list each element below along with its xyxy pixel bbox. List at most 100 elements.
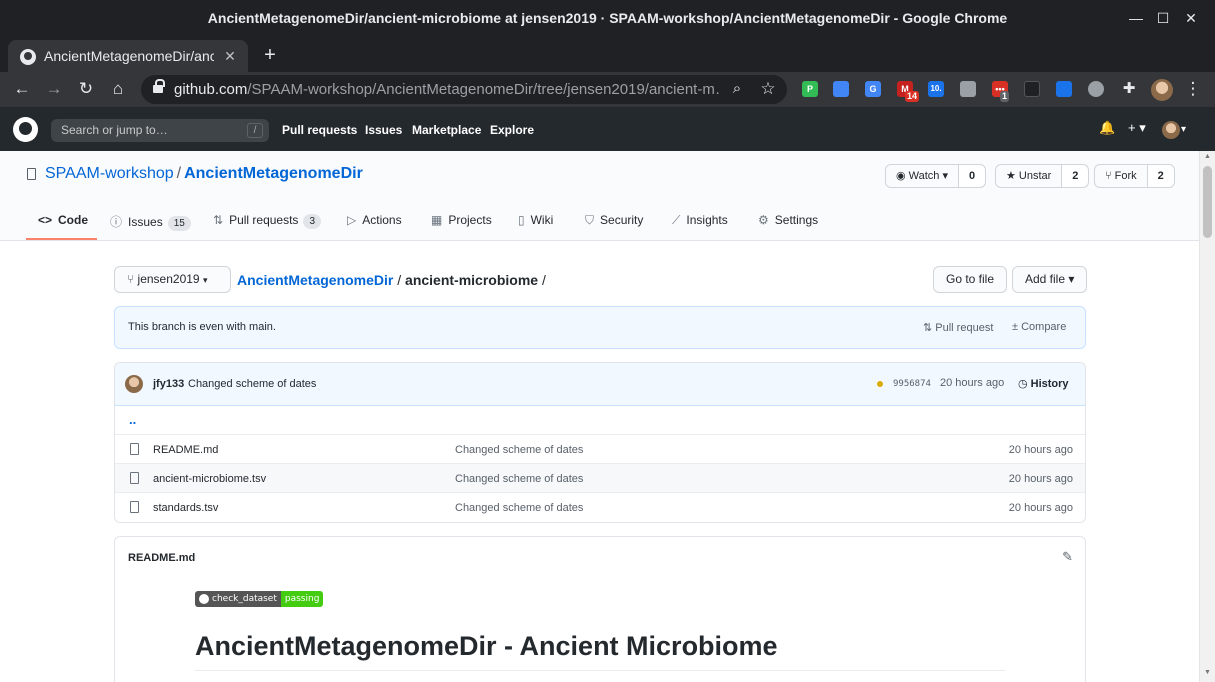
- add-file-button[interactable]: Add file ▾: [1012, 266, 1088, 293]
- github-logo-icon[interactable]: [13, 117, 38, 142]
- scrollbar-thumb[interactable]: [1203, 166, 1212, 238]
- browser-toolbar: ← → ↻ ⌂ github.com/SPAAM-workshop/Ancien…: [0, 72, 1215, 107]
- table-row: standards.tsv Changed scheme of dates 20…: [115, 493, 1085, 522]
- back-button[interactable]: ←: [10, 77, 34, 101]
- repo-name-link[interactable]: AncientMetagenomeDir: [184, 165, 363, 182]
- compare-link[interactable]: ± Compare: [1012, 321, 1066, 333]
- reload-button[interactable]: ↻: [74, 77, 98, 101]
- user-avatar[interactable]: [1162, 121, 1180, 139]
- file-icon: [130, 501, 139, 513]
- readme-heading: AncientMetagenomeDir - Ancient Microbiom…: [195, 631, 778, 661]
- extension-todo-icon[interactable]: ••• 1: [992, 81, 1010, 102]
- tab-code[interactable]: <> Code: [38, 213, 88, 227]
- github-header: Search or jump to… / Pull requests Issue…: [0, 107, 1215, 151]
- watch-button[interactable]: ◉ Watch ▾: [886, 165, 959, 187]
- file-name-link[interactable]: ancient-microbiome.tsv: [153, 473, 266, 485]
- new-tab-button[interactable]: +: [258, 44, 282, 68]
- user-menu-caret-icon[interactable]: ▾: [1181, 124, 1186, 135]
- status-dot-icon[interactable]: [877, 381, 883, 387]
- home-button[interactable]: ⌂: [106, 77, 130, 101]
- unstar-button[interactable]: ★ Unstar: [996, 165, 1063, 187]
- file-name-link[interactable]: standards.tsv: [153, 502, 218, 514]
- extension-mail-icon[interactable]: M 14: [897, 81, 920, 102]
- extension-translate-icon[interactable]: G: [865, 81, 881, 97]
- file-icon: [130, 443, 139, 455]
- extension-doi-icon[interactable]: 10.: [928, 81, 944, 97]
- commit-message[interactable]: Changed scheme of dates: [188, 378, 316, 390]
- file-commit-message[interactable]: Changed scheme of dates: [455, 444, 583, 456]
- tab-security[interactable]: ⛉ Security: [585, 213, 643, 228]
- parent-directory-row[interactable]: ..: [115, 406, 1085, 435]
- scroll-up-icon[interactable]: ▲: [1203, 153, 1212, 160]
- workflow-status-badge[interactable]: check_dataset passing: [195, 591, 324, 607]
- file-age: 20 hours ago: [1008, 473, 1073, 485]
- star-icon: ★: [1006, 170, 1019, 182]
- profile-avatar[interactable]: [1151, 79, 1173, 101]
- pull-request-icon: ⇅: [213, 213, 224, 227]
- fork-count[interactable]: 2: [1147, 165, 1174, 187]
- repo-title: SPAAM-workshop / AncientMetagenomeDir: [45, 165, 363, 182]
- tab-close-icon[interactable]: ✕: [220, 46, 240, 66]
- extension-circle-icon[interactable]: [1088, 81, 1104, 97]
- repo-header: SPAAM-workshop / AncientMetagenomeDir ◉ Wa…: [0, 151, 1199, 241]
- commit-sha[interactable]: 9956874: [893, 379, 931, 389]
- extension-zoom-icon[interactable]: [1056, 81, 1072, 97]
- search-shortcut-key: /: [247, 123, 263, 138]
- tab-projects[interactable]: ▦ Projects: [431, 213, 492, 227]
- address-bar[interactable]: github.com/SPAAM-workshop/AncientMetagen…: [141, 75, 787, 104]
- watch-button-group: ◉ Watch ▾ 0: [885, 164, 986, 188]
- watch-count[interactable]: 0: [959, 165, 985, 187]
- forward-button[interactable]: →: [42, 77, 66, 101]
- zoom-icon[interactable]: ⌕: [727, 79, 747, 99]
- nav-pull-requests[interactable]: Pull requests: [282, 123, 357, 137]
- tab-wiki[interactable]: ▯ Wiki: [518, 213, 553, 227]
- scroll-down-icon[interactable]: ▼: [1203, 669, 1212, 676]
- extension-pen-icon[interactable]: [1024, 81, 1040, 97]
- notifications-bell-icon[interactable]: 🔔: [1099, 120, 1115, 136]
- go-to-file-button[interactable]: Go to file: [933, 266, 1008, 293]
- extension-notes-icon[interactable]: [960, 81, 976, 97]
- active-tab-underline: [26, 238, 97, 240]
- table-row: ancient-microbiome.tsv Changed scheme of…: [115, 464, 1085, 493]
- file-commit-message[interactable]: Changed scheme of dates: [455, 502, 583, 514]
- repo-owner-link[interactable]: SPAAM-workshop: [45, 165, 174, 182]
- nav-marketplace[interactable]: Marketplace: [412, 123, 481, 137]
- search-input[interactable]: Search or jump to… /: [51, 119, 269, 142]
- close-window-button[interactable]: ✕: [1179, 6, 1203, 30]
- history-link[interactable]: ◷ History: [1018, 377, 1069, 390]
- fork-button[interactable]: ⑂ Fork: [1095, 165, 1148, 187]
- fork-icon: ⑂: [1105, 170, 1115, 182]
- edit-pencil-icon[interactable]: ✎: [1062, 549, 1073, 565]
- tab-issues[interactable]: ⓘ Issues 15: [110, 213, 191, 231]
- create-new-dropdown[interactable]: + ▾: [1128, 120, 1146, 136]
- chrome-menu-icon[interactable]: ⋮: [1181, 77, 1205, 101]
- file-age: 20 hours ago: [1008, 444, 1073, 456]
- page-scrollbar[interactable]: ▲ ▼: [1199, 151, 1215, 682]
- bookmark-star-icon[interactable]: ☆: [758, 79, 778, 99]
- tab-actions[interactable]: ▷ Actions: [347, 213, 402, 227]
- minimize-button[interactable]: —: [1124, 6, 1148, 30]
- extensions-puzzle-icon[interactable]: ✚: [1117, 77, 1141, 101]
- star-count[interactable]: 2: [1062, 165, 1089, 187]
- extension-p-icon[interactable]: P: [802, 81, 818, 97]
- extension-docs-icon[interactable]: [833, 81, 849, 97]
- tab-pull-requests[interactable]: ⇅ Pull requests 3: [213, 213, 321, 229]
- parent-directory-link[interactable]: ..: [129, 412, 136, 427]
- window-titlebar: AncientMetagenomeDir/ancient-microbiome …: [0, 0, 1215, 36]
- author-avatar[interactable]: [125, 375, 143, 393]
- tab-strip: AncientMetagenomeDir/ancient-microbiome …: [0, 36, 1215, 72]
- tab-settings[interactable]: ⚙ Settings: [758, 213, 818, 227]
- issues-counter: 15: [167, 216, 191, 231]
- breadcrumb-root-link[interactable]: AncientMetagenomeDir: [237, 272, 393, 288]
- maximize-button[interactable]: ☐: [1151, 6, 1175, 30]
- nav-issues[interactable]: Issues: [365, 123, 402, 137]
- file-name-link[interactable]: README.md: [153, 444, 218, 456]
- commit-author[interactable]: jfy133: [153, 378, 184, 390]
- pull-request-link[interactable]: ⇅ Pull request: [923, 321, 993, 334]
- browser-tab[interactable]: AncientMetagenomeDir/ancient-microbiome …: [8, 40, 248, 72]
- branch-select-button[interactable]: ⑂ jensen2019 ▾: [114, 266, 231, 293]
- url-text[interactable]: github.com/SPAAM-workshop/AncientMetagen…: [174, 81, 719, 98]
- nav-explore[interactable]: Explore: [490, 123, 534, 137]
- tab-insights[interactable]: ⟋ Insights: [672, 213, 728, 228]
- file-commit-message[interactable]: Changed scheme of dates: [455, 473, 583, 485]
